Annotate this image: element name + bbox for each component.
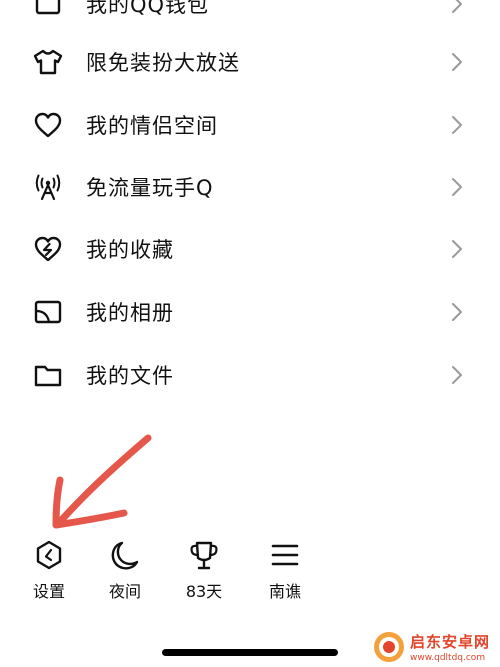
- days-label: 83天: [185, 582, 223, 601]
- watermark: 启东安卓网 www.qdltdq.com: [372, 627, 500, 667]
- menu-item-free-outfits[interactable]: 限免装扮大放送: [0, 32, 500, 92]
- night-mode-button[interactable]: 夜间: [85, 530, 165, 605]
- chevron-right-icon: [448, 301, 466, 323]
- menu-icon: [268, 538, 302, 572]
- moon-icon: [108, 538, 142, 572]
- menu-item-favorites[interactable]: 我的收藏: [0, 219, 500, 279]
- home-indicator[interactable]: [162, 649, 338, 656]
- menu-item-label: 我的文件: [86, 364, 174, 388]
- chevron-right-icon: [448, 238, 466, 260]
- album-icon: [32, 296, 64, 328]
- chevron-right-icon: [448, 176, 466, 198]
- trophy-icon: [187, 538, 221, 572]
- menu-item-wallet[interactable]: 我的QQ钱包: [0, 0, 500, 34]
- bottom-bar: 设置 夜间 83天 南谯: [0, 530, 500, 610]
- menu-item-album[interactable]: 我的相册: [0, 282, 500, 342]
- heart-icon: [32, 109, 64, 141]
- chevron-right-icon: [448, 364, 466, 386]
- watermark-title: 启东安卓网: [410, 633, 491, 651]
- menu-item-label: 我的QQ钱包: [86, 0, 210, 17]
- menu-item-label: 我的情侣空间: [86, 114, 218, 138]
- settings-hexagon-icon: [32, 538, 66, 572]
- night-label: 夜间: [108, 582, 141, 601]
- chevron-right-icon: [448, 0, 466, 15]
- menu-item-label: 我的相册: [86, 301, 174, 325]
- wallet-icon: [32, 0, 64, 20]
- menu-item-label: 免流量玩手Q: [86, 176, 214, 200]
- streak-days-button[interactable]: 83天: [164, 530, 244, 605]
- chevron-right-icon: [448, 51, 466, 73]
- settings-button[interactable]: 设置: [9, 530, 89, 605]
- watermark-url: www.qdltdq.com: [410, 653, 486, 663]
- annotation-arrow: [40, 432, 170, 542]
- settings-label: 设置: [32, 582, 65, 601]
- folder-icon: [32, 359, 64, 391]
- menu-item-free-data[interactable]: 免流量玩手Q: [0, 157, 500, 217]
- chevron-right-icon: [448, 114, 466, 136]
- tshirt-icon: [32, 46, 64, 78]
- city-label: 南谯: [268, 582, 301, 601]
- favorite-heart-icon: [32, 233, 64, 265]
- watermark-logo-icon: [372, 630, 406, 664]
- city-button[interactable]: 南谯: [245, 530, 325, 605]
- menu-item-label: 限免装扮大放送: [86, 51, 240, 75]
- signal-tower-icon: [32, 171, 64, 203]
- menu-item-label: 我的收藏: [86, 238, 174, 262]
- menu-item-couple-space[interactable]: 我的情侣空间: [0, 95, 500, 155]
- menu-item-files[interactable]: 我的文件: [0, 345, 500, 405]
